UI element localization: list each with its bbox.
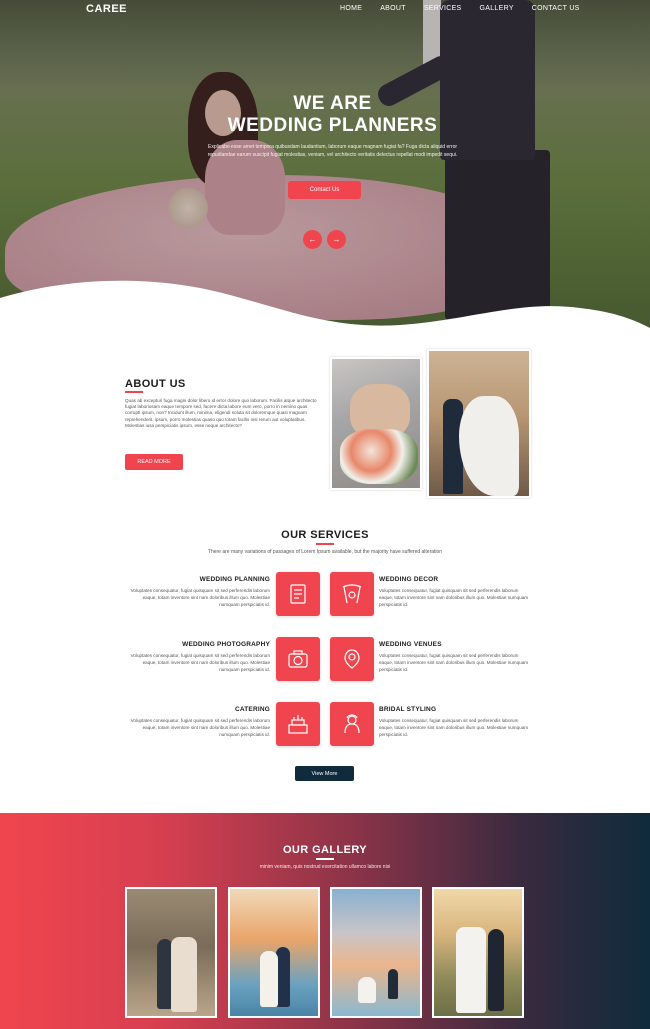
photo-groom xyxy=(388,969,398,999)
about-photo-couple-sunset xyxy=(427,349,531,498)
service-description: Voluptates consequatur, fugiat quisquam … xyxy=(130,588,270,607)
about-title-underline xyxy=(125,391,143,393)
nav-item-services[interactable]: SERVICES xyxy=(424,5,462,12)
hero-title-line1: WE ARE xyxy=(293,93,372,114)
about-title: ABOUT US xyxy=(125,378,186,390)
services-subtitle: There are many variations of passages of… xyxy=(207,549,443,555)
slider-next-arrow-icon[interactable]: → xyxy=(327,230,346,249)
photo-bride xyxy=(171,937,197,1012)
hero-text-block: WE ARE WEDDING PLANNERS Explicabo esse a… xyxy=(200,93,465,159)
camera-icon[interactable] xyxy=(276,637,320,681)
venue-icon[interactable] xyxy=(330,637,374,681)
photo-groom xyxy=(276,947,290,1007)
hero-title-line2: WEDDING PLANNERS xyxy=(227,115,438,136)
services-title-underline xyxy=(316,543,334,545)
service-catering: CATERING Voluptates consequatur, fugiat … xyxy=(124,706,270,738)
service-wedding-decor: WEDDING DECOR Voluptates consequatur, fu… xyxy=(379,576,529,608)
decor-icon[interactable] xyxy=(330,572,374,616)
service-wedding-venues: WEDDING VENUES Voluptates consequatur, f… xyxy=(379,641,529,673)
service-name: BRIDAL STYLING xyxy=(379,706,437,713)
hero-section: CAREE HOME ABOUT SERVICES GALLERY CONTAC… xyxy=(0,0,650,345)
nav-item-gallery[interactable]: GALLERY xyxy=(480,5,514,12)
gallery-image-sea-couple[interactable] xyxy=(330,887,422,1018)
photo-groom xyxy=(488,929,504,1011)
service-description: Voluptates consequatur, fugiat quisquam … xyxy=(130,653,270,672)
gallery-title-underline xyxy=(316,858,334,860)
photo-bride xyxy=(260,951,278,1007)
photo-bouquet xyxy=(340,429,418,484)
gallery-image-beach-couple[interactable] xyxy=(228,887,320,1018)
service-description: Voluptates consequatur, fugiat quisquam … xyxy=(379,718,529,737)
site-logo[interactable]: CAREE xyxy=(86,3,127,15)
slider-prev-arrow-icon[interactable]: ← xyxy=(303,230,322,249)
service-description: Voluptates consequatur, fugiat quisquam … xyxy=(379,653,529,672)
contact-us-button[interactable]: Contact Us xyxy=(288,181,361,199)
photo-bride xyxy=(459,396,519,496)
service-name: WEDDING PHOTOGRAPHY xyxy=(182,641,270,648)
nav-item-contact[interactable]: CONTACT US xyxy=(532,5,580,12)
hero-description: Explicabo esse amet tempora quibusdam la… xyxy=(207,144,458,158)
photo-bride xyxy=(456,927,486,1013)
gallery-section: OUR GALLERY minim veniam, quis nostrud e… xyxy=(0,813,650,1029)
about-photo-rings-bouquet xyxy=(330,357,422,490)
gallery-subtitle: minim veniam, quis nostrud exercitation … xyxy=(259,864,391,870)
nav-item-about[interactable]: ABOUT xyxy=(380,5,406,12)
gallery-title: OUR GALLERY xyxy=(282,844,368,856)
hero-wave-divider xyxy=(0,280,650,345)
nav-menu: HOME ABOUT SERVICES GALLERY CONTACT US xyxy=(340,5,598,12)
about-text: Quas ab excepturi fuga magni dolor liber… xyxy=(125,398,317,428)
service-wedding-photography: WEDDING PHOTOGRAPHY Voluptates consequat… xyxy=(124,641,270,673)
service-wedding-planning: WEDDING PLANNING Voluptates consequatur,… xyxy=(124,576,270,608)
service-description: Voluptates consequatur, fugiat quisquam … xyxy=(379,588,529,607)
services-title: OUR SERVICES xyxy=(281,529,369,541)
bride-icon[interactable] xyxy=(330,702,374,746)
nav-item-home[interactable]: HOME xyxy=(340,5,362,12)
service-name: WEDDING DECOR xyxy=(379,576,439,583)
view-more-button[interactable]: View More xyxy=(295,766,354,781)
read-more-button[interactable]: READ MORE xyxy=(125,454,183,470)
gallery-image-forest-couple[interactable] xyxy=(125,887,217,1018)
service-description: Voluptates consequatur, fugiat quisquam … xyxy=(130,718,270,737)
service-bridal-styling: BRIDAL STYLING Voluptates consequatur, f… xyxy=(379,706,529,738)
photo-bride xyxy=(358,977,376,1003)
top-navigation: CAREE HOME ABOUT SERVICES GALLERY CONTAC… xyxy=(0,0,650,20)
service-name: WEDDING PLANNING xyxy=(199,576,270,583)
service-name: CATERING xyxy=(234,706,270,713)
gallery-image-hill-couple[interactable] xyxy=(432,887,524,1018)
service-name: WEDDING VENUES xyxy=(379,641,442,648)
catering-icon[interactable] xyxy=(276,702,320,746)
planning-icon[interactable] xyxy=(276,572,320,616)
